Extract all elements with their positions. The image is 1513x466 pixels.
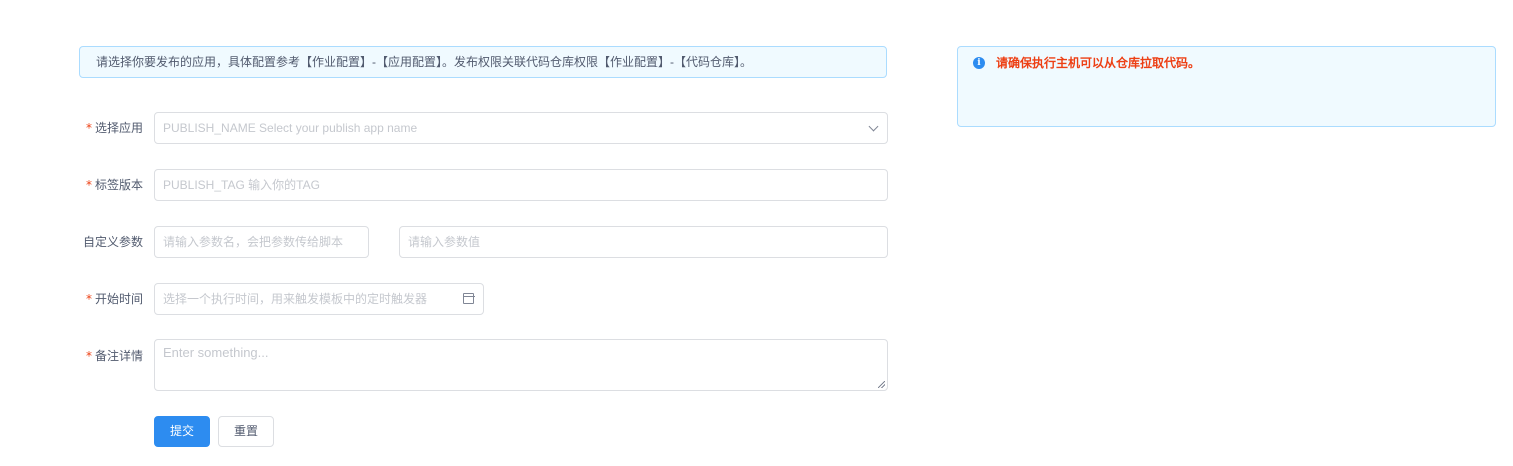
remark-label: * 备注详情 [85,349,143,363]
app-label: * 选择应用 [85,121,143,135]
param-value-input[interactable]: 请输入参数值 [399,226,888,258]
tag-input-placeholder: PUBLISH_TAG 输入你的TAG [163,178,320,192]
param-value-placeholder: 请输入参数值 [408,235,481,249]
start-time-label: * 开始时间 [85,292,143,306]
required-mark: * [85,292,92,306]
warning-alert-text: 请确保执行主机可以从仓库拉取代码。 [996,56,1201,70]
remark-placeholder: Enter something... [163,345,269,360]
submit-button[interactable]: 提交 [154,416,210,447]
start-time-picker[interactable]: 选择一个执行时间，用来触发模板中的定时触发器 [154,283,484,315]
resize-handle-icon[interactable] [878,381,885,388]
chevron-down-icon [868,121,879,132]
start-time-placeholder: 选择一个执行时间，用来触发模板中的定时触发器 [163,292,428,306]
tag-label: * 标签版本 [85,178,143,192]
required-mark: * [85,178,92,192]
calendar-icon [462,293,475,304]
app-select[interactable]: PUBLISH_NAME Select your publish app nam… [154,112,888,144]
info-icon: i [973,57,985,69]
param-name-input[interactable]: 请输入参数名，会把参数传给脚本 [154,226,369,258]
param-name-placeholder: 请输入参数名，会把参数传给脚本 [163,235,344,249]
form-item-start-time: * 开始时间 选择一个执行时间，用来触发模板中的定时触发器 [79,283,889,315]
remark-textarea[interactable]: Enter something... [154,339,888,391]
required-mark: * [85,121,92,135]
info-alert: 请选择你要发布的应用，具体配置参考【作业配置】-【应用配置】。发布权限关联代码仓… [79,46,887,78]
reset-button[interactable]: 重置 [218,416,274,447]
form-item-tag: * 标签版本 PUBLISH_TAG 输入你的TAG [79,169,889,201]
warning-alert: i 请确保执行主机可以从仓库拉取代码。 [957,46,1496,127]
app-select-placeholder: PUBLISH_NAME Select your publish app nam… [163,121,418,135]
info-alert-text: 请选择你要发布的应用，具体配置参考【作业配置】-【应用配置】。发布权限关联代码仓… [96,55,752,69]
required-mark: * [85,349,92,363]
tag-input[interactable]: PUBLISH_TAG 输入你的TAG [154,169,888,201]
form-item-remark: * 备注详情 Enter something... [79,339,889,391]
params-label: 自定义参数 [82,235,143,249]
form-item-app: * 选择应用 PUBLISH_NAME Select your publish a… [79,112,889,144]
form-item-params: 自定义参数 请输入参数名，会把参数传给脚本 请输入参数值 [79,226,889,258]
